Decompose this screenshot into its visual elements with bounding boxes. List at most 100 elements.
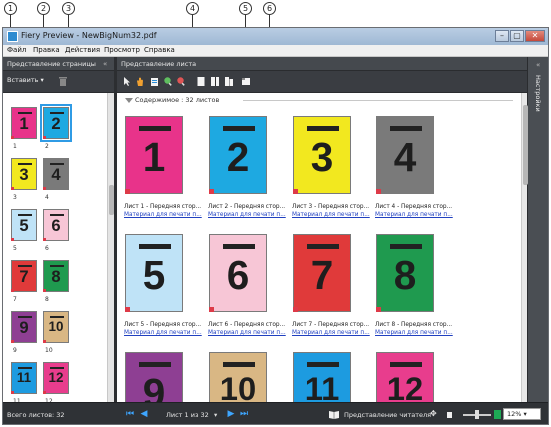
page-thumb-6[interactable]: 6 <box>43 209 69 241</box>
page-number-glyph: 1 <box>142 133 166 180</box>
page-view-toolbar: Вставить ▾ <box>3 71 114 93</box>
crop-mark <box>209 307 214 312</box>
page-thumb-7[interactable]: 7 <box>11 260 37 292</box>
page-number-glyph: 1 <box>19 114 29 133</box>
crop-mark <box>11 238 14 241</box>
page-number-glyph: 6 <box>51 216 61 235</box>
page-number-glyph: 9 <box>142 369 166 402</box>
sheet-thumb-3[interactable]: 3 <box>293 116 351 194</box>
menu-edit[interactable]: Правка <box>33 46 60 54</box>
insert-button[interactable]: Вставить ▾ <box>7 76 44 84</box>
pan-icon[interactable] <box>135 76 145 87</box>
next-page-icon[interactable]: ▶ <box>226 409 236 419</box>
page-number-glyph: 9 <box>19 318 29 337</box>
crop-mark <box>11 391 14 394</box>
page-thumb-4[interactable]: 4 <box>43 158 69 190</box>
reader-view-label[interactable]: Представление читателя <box>344 411 431 419</box>
sheet-view-scroll-thumb[interactable] <box>523 105 528 185</box>
sheet-thumb-4[interactable]: 4 <box>376 116 434 194</box>
close-button[interactable]: ✕ <box>525 30 545 42</box>
page-dropdown-icon[interactable]: ▾ <box>214 411 217 419</box>
first-page-icon[interactable]: ⏮ <box>125 409 135 419</box>
sheet-media-link[interactable]: Материал для печати п... <box>292 212 370 218</box>
page-thumb-8[interactable]: 8 <box>43 260 69 292</box>
facing-icon[interactable] <box>224 76 234 87</box>
settings-tab[interactable]: Настройки <box>534 75 542 112</box>
sheet-thumb-10[interactable]: 10 <box>209 352 267 402</box>
crop-mark <box>11 289 14 292</box>
page-icon[interactable] <box>196 76 206 87</box>
sheet-thumb-9[interactable]: 9 <box>125 352 183 402</box>
sheet-media-link[interactable]: Материал для печати п... <box>292 330 370 336</box>
zoom-in-icon[interactable] <box>163 76 173 87</box>
small-zoom-icon[interactable] <box>447 412 452 418</box>
page-thumb-11[interactable]: 11 <box>11 362 37 394</box>
minimize-button[interactable]: – <box>495 30 509 42</box>
page-thumb-9[interactable]: 9 <box>11 311 37 343</box>
sheet-view-scrollbar[interactable] <box>521 93 528 402</box>
sheet-label: Лист 4 - Передняя стор... <box>375 204 453 210</box>
crop-mark <box>293 307 298 312</box>
selected-thumb-frame <box>40 104 72 142</box>
sheet-media-link[interactable]: Материал для печати п... <box>375 330 453 336</box>
sheet-view-title: Представление листа <box>121 60 197 68</box>
zoom-select[interactable]: 12% ▾ <box>503 408 541 420</box>
page-list-scroll-thumb[interactable] <box>109 185 114 215</box>
page-thumb-3[interactable]: 3 <box>11 158 37 190</box>
window-title: Fiery Preview - NewBigNum32.pdf <box>21 31 157 40</box>
total-sheets: Всего листов: 32 <box>7 411 65 419</box>
last-page-icon[interactable]: ⏭ <box>239 409 249 419</box>
menu-file[interactable]: Файл <box>7 46 26 54</box>
zoom-out-icon[interactable] <box>176 76 186 87</box>
contents-collapse-icon[interactable] <box>125 98 133 103</box>
page-number-glyph: 6 <box>226 251 250 298</box>
sheet-media-link[interactable]: Материал для печати п... <box>208 212 286 218</box>
menu-actions[interactable]: Действия <box>65 46 100 54</box>
page-list-scrollbar[interactable] <box>107 93 114 402</box>
sheet-media-link[interactable]: Материал для печати п... <box>124 212 202 218</box>
sheet-thumb-6[interactable]: 6 <box>209 234 267 312</box>
page-thumb-1[interactable]: 1 <box>11 107 37 139</box>
sheet-thumb-11[interactable]: 11 <box>293 352 351 402</box>
page-thumb-10[interactable]: 10 <box>43 311 69 343</box>
crop-mark <box>43 238 46 241</box>
settings-strip: « Настройки <box>527 57 548 402</box>
sheet-media-link[interactable]: Материал для печати п... <box>124 330 202 336</box>
sheet-thumb-2[interactable]: 2 <box>209 116 267 194</box>
sheet-media-link[interactable]: Материал для печати п... <box>375 212 453 218</box>
reader-view-icon[interactable] <box>329 410 339 419</box>
prev-page-icon[interactable]: ◀ <box>139 409 149 419</box>
select-icon[interactable] <box>122 76 132 87</box>
crop-mark <box>125 307 130 312</box>
menu-view[interactable]: Просмотр <box>104 46 140 54</box>
page-header-bar <box>306 126 340 132</box>
sheet-thumb-7[interactable]: 7 <box>293 234 351 312</box>
sheet-thumb-5[interactable]: 5 <box>125 234 183 312</box>
sheet-view-area: Содержимое : 32 листов 1 Лист 1 - Передня… <box>117 93 527 402</box>
trash-icon[interactable] <box>59 76 67 86</box>
sheet-thumb-1[interactable]: 1 <box>125 116 183 194</box>
page-thumb-12[interactable]: 12 <box>43 362 69 394</box>
crop-mark <box>11 340 14 343</box>
edit-icon[interactable] <box>150 76 160 87</box>
page-thumbnail-list: 1 1 2 2 3 3 4 4 5 5 6 6 7 7 8 8 9 9 10 10 11 11 12 12 <box>3 93 107 402</box>
large-zoom-icon[interactable] <box>494 410 501 419</box>
zoom-slider-knob[interactable] <box>475 410 479 419</box>
crop-mark <box>209 189 214 194</box>
spread-icon[interactable] <box>210 76 220 87</box>
sheet-icon[interactable] <box>241 76 251 87</box>
menu-help[interactable]: Справка <box>144 46 175 54</box>
expand-settings-icon[interactable]: « <box>536 61 540 69</box>
sheet-label: Лист 3 - Передняя стор... <box>292 204 370 210</box>
page-thumb-5[interactable]: 5 <box>11 209 37 241</box>
sheet-thumb-8[interactable]: 8 <box>376 234 434 312</box>
page-number-glyph: 10 <box>48 319 64 334</box>
maximize-button[interactable]: ▢ <box>510 30 524 42</box>
fit-view-icon[interactable]: ✥ <box>430 409 437 418</box>
sheet-thumb-12[interactable]: 12 <box>376 352 434 402</box>
sheet-view-toolbar <box>117 71 527 93</box>
sheet-media-link[interactable]: Материал для печати п... <box>208 330 286 336</box>
collapse-left-icon[interactable]: « <box>103 60 107 68</box>
page-header-bar <box>138 244 172 250</box>
screenshot-stage: 1 2 3 4 5 6 Fiery Preview - NewBigNum32.… <box>0 0 551 427</box>
